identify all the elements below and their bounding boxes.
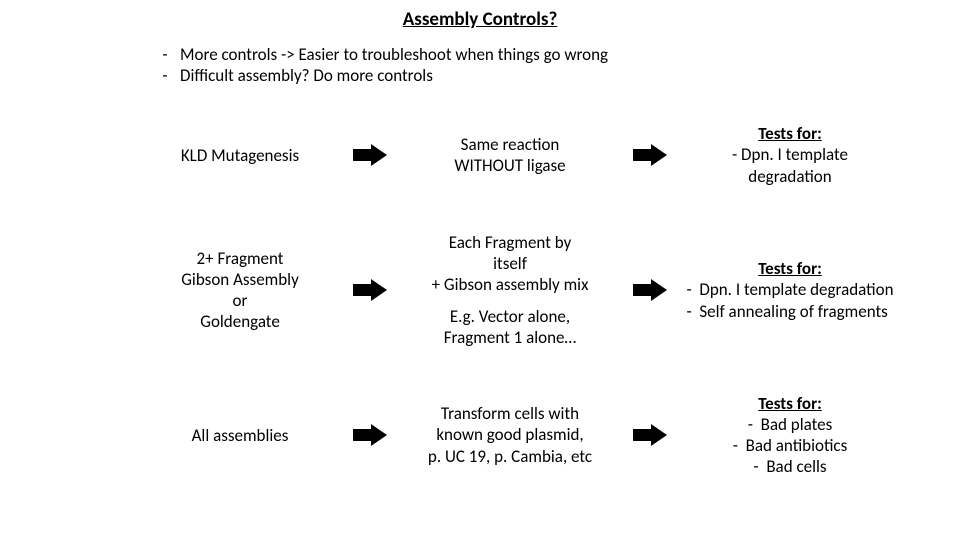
row2-source: 2+ Fragment Gibson Assembly or Goldengat… bbox=[140, 248, 340, 333]
tests-item-text: Bad cells bbox=[766, 456, 826, 477]
text-line: Goldengate bbox=[140, 311, 340, 332]
text-line: Same reaction bbox=[400, 134, 620, 155]
row3-tests: Tests for: - Bad plates - Bad antibiotic… bbox=[680, 393, 900, 478]
tests-item: - Dpn. I template degradation bbox=[686, 279, 893, 300]
tests-heading: Tests for: bbox=[680, 123, 900, 144]
text-line: Fragment 1 alone… bbox=[400, 327, 620, 348]
tests-item-text: Bad plates bbox=[761, 414, 833, 435]
row3-source: All assemblies bbox=[140, 425, 340, 446]
arrow-right-icon bbox=[353, 144, 387, 166]
arrow-cell bbox=[340, 144, 400, 166]
arrow-cell bbox=[620, 424, 680, 446]
slide: Assembly Controls? - More controls -> Ea… bbox=[0, 0, 960, 540]
tests-item: - Bad plates bbox=[680, 414, 900, 435]
bullet-list: - More controls -> Easier to troubleshoo… bbox=[150, 44, 910, 87]
diagram-row: 2+ Fragment Gibson Assembly or Goldengat… bbox=[140, 210, 900, 370]
text-line: or bbox=[140, 290, 340, 311]
tests-item-text: Dpn. I template degradation bbox=[699, 279, 893, 300]
diagram-row: KLD Mutagenesis Same reaction WITHOUT li… bbox=[140, 100, 900, 210]
row2-control: Each Fragment by itself + Gibson assembl… bbox=[400, 232, 620, 348]
arrow-right-icon bbox=[353, 424, 387, 446]
arrow-right-icon bbox=[633, 144, 667, 166]
bullet-dash: - bbox=[150, 44, 180, 65]
diagram-row: All assemblies Transform cells with know… bbox=[140, 370, 900, 500]
tests-item: - Bad cells bbox=[680, 456, 900, 477]
diagram-grid: KLD Mutagenesis Same reaction WITHOUT li… bbox=[140, 100, 900, 500]
row1-control: Same reaction WITHOUT ligase bbox=[400, 134, 620, 177]
text-line: Gibson Assembly bbox=[140, 269, 340, 290]
row2-tests: Tests for: - Dpn. I template degradation… bbox=[680, 258, 900, 322]
text-line: Each Fragment by bbox=[400, 232, 620, 253]
tests-item: - Bad antibiotics bbox=[680, 435, 900, 456]
text-line: itself bbox=[400, 253, 620, 274]
arrow-right-icon bbox=[633, 424, 667, 446]
bullet-item: - More controls -> Easier to troubleshoo… bbox=[150, 44, 910, 65]
spacer bbox=[400, 296, 620, 306]
bullet-text: More controls -> Easier to troubleshoot … bbox=[180, 44, 608, 65]
text-line: E.g. Vector alone, bbox=[400, 306, 620, 327]
row3-control: Transform cells with known good plasmid,… bbox=[400, 403, 620, 467]
slide-title: Assembly Controls? bbox=[0, 8, 960, 31]
arrow-cell bbox=[340, 424, 400, 446]
arrow-cell bbox=[620, 144, 680, 166]
text-line: known good plasmid, bbox=[400, 424, 620, 445]
tests-list: - Dpn. I template degradation - Self ann… bbox=[686, 279, 893, 322]
text-line: + Gibson assembly mix bbox=[400, 274, 620, 295]
arrow-right-icon bbox=[633, 279, 667, 301]
bullet-dash: - bbox=[150, 65, 180, 86]
text-line: WITHOUT ligase bbox=[400, 155, 620, 176]
bullet-item: - Difficult assembly? Do more controls bbox=[150, 65, 910, 86]
tests-heading: Tests for: bbox=[680, 393, 900, 414]
tests-item-text: Bad antibiotics bbox=[746, 435, 848, 456]
text-line: p. UC 19, p. Cambia, etc bbox=[400, 446, 620, 467]
text-line: Transform cells with bbox=[400, 403, 620, 424]
arrow-cell bbox=[340, 279, 400, 301]
tests-heading: Tests for: bbox=[680, 258, 900, 279]
tests-item-text: Self annealing of fragments bbox=[699, 301, 887, 322]
text-line: 2+ Fragment bbox=[140, 248, 340, 269]
row1-source: KLD Mutagenesis bbox=[140, 145, 340, 166]
arrow-right-icon bbox=[353, 279, 387, 301]
text-line: degradation bbox=[680, 166, 900, 187]
tests-item: - Self annealing of fragments bbox=[686, 301, 893, 322]
row1-tests: Tests for: - Dpn. I template degradation bbox=[680, 123, 900, 187]
bullet-text: Difficult assembly? Do more controls bbox=[180, 65, 433, 86]
text-line: - Dpn. I template bbox=[680, 144, 900, 165]
arrow-cell bbox=[620, 279, 680, 301]
